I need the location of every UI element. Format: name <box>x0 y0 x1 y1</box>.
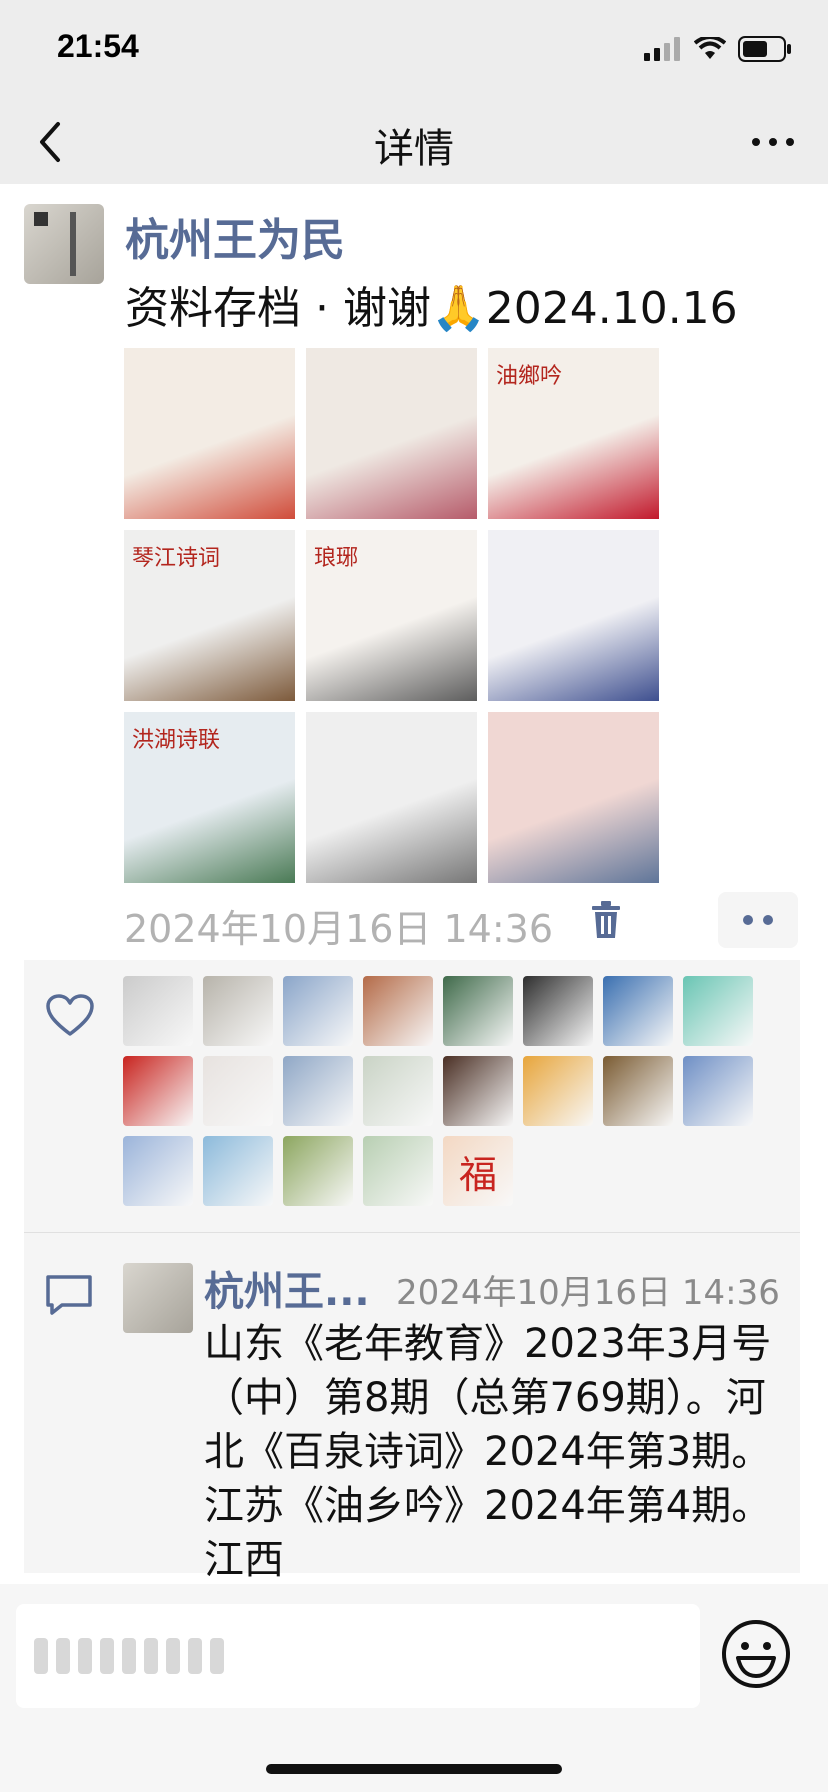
two-dots-icon <box>743 915 773 925</box>
post-timestamp: 2024年10月16日 14:36 <box>124 907 554 951</box>
liker-avatar[interactable] <box>363 1056 433 1126</box>
liker-avatar[interactable] <box>363 1136 433 1206</box>
status-bar: 21:54 <box>0 0 828 100</box>
image-caption: 洪湖诗联 <box>132 728 221 753</box>
emoji-icon[interactable] <box>720 1618 792 1690</box>
comment-section: 杭州王... 2024年10月16日 14:36 山东《老年教育》2023年3月… <box>24 1232 800 1583</box>
like-avatar-grid: 福 <box>123 976 763 1206</box>
liker-avatar[interactable] <box>123 1056 193 1126</box>
post-image-2[interactable] <box>306 348 477 519</box>
post-image-9[interactable] <box>488 712 659 883</box>
home-indicator <box>266 1764 562 1774</box>
post-image-8[interactable] <box>306 712 477 883</box>
liker-avatar[interactable] <box>603 1056 673 1126</box>
comment-avatar[interactable] <box>123 1263 193 1333</box>
post-image-7[interactable]: 洪湖诗联 <box>124 712 295 883</box>
image-grid: 油鄉吟 琴江诗词 琅琊 洪湖诗联 <box>124 348 660 883</box>
liker-avatar[interactable] <box>283 1136 353 1206</box>
post-image-1[interactable] <box>124 348 295 519</box>
image-caption: 琅琊 <box>314 546 359 571</box>
comment-author[interactable]: 杭州王... <box>204 1259 370 1317</box>
more-icon[interactable] <box>748 122 798 162</box>
wifi-icon <box>694 37 726 59</box>
comment-text: 山东《老年教育》2023年3月号（中）第8期（总第769期）。河北《百泉诗词》2… <box>204 1321 772 1583</box>
liker-avatar[interactable] <box>443 976 513 1046</box>
status-icons <box>644 36 792 62</box>
author-avatar[interactable] <box>24 204 104 284</box>
input-placeholder <box>34 1630 224 1682</box>
post-image-4[interactable]: 琴江诗词 <box>124 530 295 701</box>
input-bar <box>0 1584 828 1792</box>
post-image-3[interactable]: 油鄉吟 <box>488 348 659 519</box>
liker-avatar[interactable] <box>603 976 673 1046</box>
signal-icon <box>644 37 680 61</box>
liker-avatar[interactable] <box>283 1056 353 1126</box>
liker-avatar[interactable] <box>523 1056 593 1126</box>
heart-icon <box>46 994 94 1036</box>
moment-post: 杭州王为民 资料存档 · 谢谢🙏2024.10.16 油鄉吟 琴江诗词 琅琊 洪… <box>0 184 828 1584</box>
post-content: 资料存档 · 谢谢🙏2024.10.16 <box>125 283 738 334</box>
liker-avatar[interactable] <box>203 976 273 1046</box>
liker-avatar[interactable] <box>443 1056 513 1126</box>
liker-avatar[interactable] <box>523 976 593 1046</box>
status-time: 21:54 <box>57 28 139 64</box>
image-caption: 油鄉吟 <box>496 364 563 389</box>
liker-avatar[interactable] <box>363 976 433 1046</box>
post-image-5[interactable]: 琅琊 <box>306 530 477 701</box>
author-name[interactable]: 杭州王为民 <box>125 204 345 268</box>
liker-avatar[interactable] <box>123 1136 193 1206</box>
image-caption: 琴江诗词 <box>132 546 221 571</box>
battery-icon <box>738 36 791 62</box>
liker-avatar[interactable] <box>203 1136 273 1206</box>
nav-bar: 详情 <box>0 100 828 184</box>
liker-avatar[interactable]: 福 <box>443 1136 513 1206</box>
liker-avatar[interactable] <box>683 976 753 1046</box>
liker-avatar[interactable] <box>123 976 193 1046</box>
comment-icon <box>46 1275 92 1315</box>
liker-avatar[interactable] <box>683 1056 753 1126</box>
liker-avatar[interactable] <box>283 976 353 1046</box>
trash-icon[interactable] <box>590 900 622 940</box>
post-image-6[interactable] <box>488 530 659 701</box>
comment-input[interactable] <box>16 1604 700 1708</box>
action-menu-button[interactable] <box>718 892 798 948</box>
liker-avatar[interactable] <box>203 1056 273 1126</box>
comment-time: 2024年10月16日 14:36 <box>396 1273 780 1313</box>
page-title: 详情 <box>374 126 454 172</box>
